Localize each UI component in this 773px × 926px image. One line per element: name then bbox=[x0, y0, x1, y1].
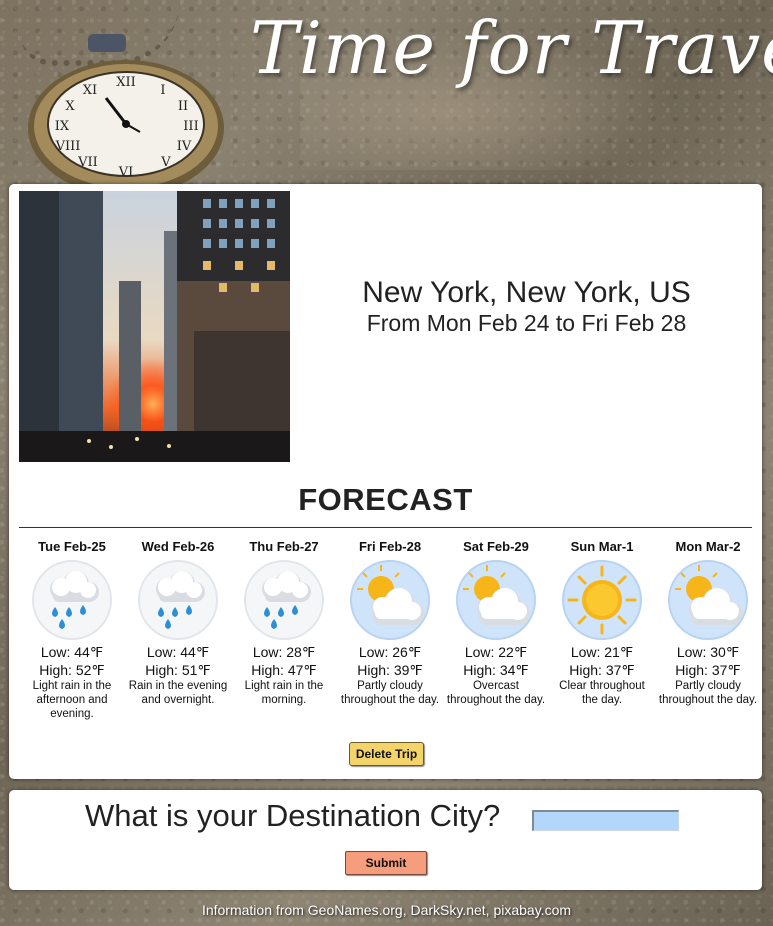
forecast-day: Mon Mar-2 Low: 30℉ High: 37℉ Partly clou… bbox=[655, 539, 761, 721]
header-banner: XII I II III IV V VI VII VIII IX X XI Ti… bbox=[0, 0, 773, 185]
high-temp: High: 34℉ bbox=[463, 662, 529, 678]
forecast-day-name: Sat Feb-29 bbox=[463, 539, 529, 554]
destination-city-input[interactable] bbox=[532, 810, 679, 831]
svg-text:VII: VII bbox=[77, 155, 98, 170]
city-photo bbox=[19, 191, 290, 462]
footer-credits: Information from GeoNames.org, DarkSky.n… bbox=[201, 902, 572, 918]
svg-text:IV: IV bbox=[177, 139, 192, 154]
weather-summary: Overcast throughout the day. bbox=[446, 680, 546, 706]
low-temp: Low: 44℉ bbox=[146, 644, 210, 660]
low-temp: Low: 44℉ bbox=[40, 644, 104, 660]
rain-cloud-icon bbox=[244, 560, 324, 640]
forecast-day-name: Tue Feb-25 bbox=[38, 539, 106, 554]
forecast-day-name: Thu Feb-27 bbox=[249, 539, 319, 554]
submit-button[interactable]: Submit bbox=[345, 851, 427, 875]
weather-summary: Partly cloudy throughout the day. bbox=[340, 680, 440, 706]
svg-text:VIII: VIII bbox=[55, 139, 81, 154]
svg-text:X: X bbox=[65, 99, 75, 114]
forecast-day-name: Sun Mar-1 bbox=[570, 539, 634, 554]
destination-search-panel: What is your Destination City? Submit bbox=[9, 790, 762, 890]
svg-text:V: V bbox=[160, 155, 171, 170]
sun-icon bbox=[562, 560, 642, 640]
trip-info: New York, New York, US From Mon Feb 24 t… bbox=[299, 276, 754, 336]
svg-text:XII: XII bbox=[116, 75, 136, 90]
high-temp: High: 51℉ bbox=[145, 662, 211, 678]
svg-text:VI: VI bbox=[118, 165, 134, 180]
forecast-heading: FORECAST bbox=[298, 482, 473, 517]
svg-text:II: II bbox=[178, 99, 188, 114]
trip-dates: From Mon Feb 24 to Fri Feb 28 bbox=[366, 310, 687, 336]
low-temp: Low: 30℉ bbox=[676, 644, 740, 660]
pocket-watch-icon: XII I II III IV V VI VII VIII IX X XI bbox=[28, 34, 224, 184]
svg-text:III: III bbox=[183, 119, 198, 134]
high-temp: High: 52℉ bbox=[39, 662, 105, 678]
high-temp: High: 39℉ bbox=[357, 662, 423, 678]
partly-cloudy-icon bbox=[350, 560, 430, 640]
forecast-day: Fri Feb-28 Low: 26℉ High: 39℉ Partly clo… bbox=[337, 539, 443, 721]
weather-summary: Clear throughout the day. bbox=[559, 680, 645, 706]
forecast-list: Tue Feb-25 Low: 44℉ High: 52℉ Light rain… bbox=[19, 539, 761, 721]
svg-text:IX: IX bbox=[55, 119, 70, 134]
forecast-day: Wed Feb-26 Low: 44℉ High: 51℉ Rain in th… bbox=[125, 539, 231, 721]
low-temp: Low: 26℉ bbox=[358, 644, 422, 660]
svg-text:I: I bbox=[160, 83, 165, 98]
destination-question: What is your Destination City? bbox=[85, 798, 501, 833]
low-temp: Low: 21℉ bbox=[570, 644, 634, 660]
forecast-day-name: Mon Mar-2 bbox=[675, 539, 741, 554]
partly-cloudy-icon bbox=[456, 560, 536, 640]
rain-cloud-icon bbox=[138, 560, 218, 640]
forecast-day-name: Wed Feb-26 bbox=[141, 539, 215, 554]
forecast-day: Sun Mar-1 Low: 21℉ High: 37℉ Clear throu… bbox=[549, 539, 655, 721]
high-temp: High: 47℉ bbox=[251, 662, 317, 678]
delete-trip-button[interactable]: Delete Trip bbox=[349, 742, 424, 766]
forecast-day: Thu Feb-27 Low: 28℉ High: 47℉ Light rain… bbox=[231, 539, 337, 721]
svg-text:XI: XI bbox=[83, 83, 97, 98]
high-temp: High: 37℉ bbox=[675, 662, 741, 678]
weather-summary: Partly cloudy throughout the day. bbox=[658, 680, 758, 706]
weather-summary: Light rain in the afternoon and evening. bbox=[32, 680, 112, 720]
forecast-day-name: Fri Feb-28 bbox=[358, 539, 422, 554]
weather-summary: Light rain in the morning. bbox=[244, 680, 324, 706]
forecast-day: Sat Feb-29 Low: 22℉ High: 34℉ Overcast t… bbox=[443, 539, 549, 721]
trip-panel: New York, New York, US From Mon Feb 24 t… bbox=[9, 184, 762, 779]
trip-city: New York, New York, US bbox=[362, 276, 691, 309]
rain-cloud-icon bbox=[32, 560, 112, 640]
forecast-day: Tue Feb-25 Low: 44℉ High: 52℉ Light rain… bbox=[19, 539, 125, 721]
high-temp: High: 37℉ bbox=[569, 662, 635, 678]
forecast-divider bbox=[19, 527, 752, 528]
weather-summary: Rain in the evening and overnight. bbox=[128, 680, 228, 706]
site-title: Time for Travel bbox=[250, 6, 773, 90]
low-temp: Low: 22℉ bbox=[464, 644, 528, 660]
partly-cloudy-icon bbox=[668, 560, 748, 640]
low-temp: Low: 28℉ bbox=[252, 644, 316, 660]
